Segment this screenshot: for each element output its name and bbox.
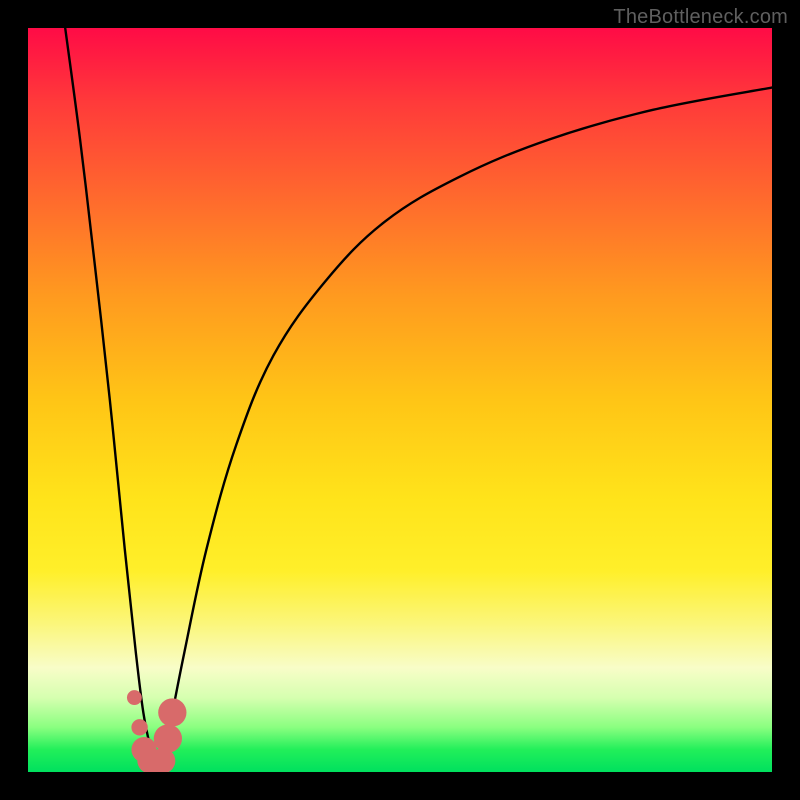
attribution-text: TheBottleneck.com: [613, 6, 788, 29]
series-right-branch: [162, 88, 772, 758]
plot-area: [28, 28, 772, 772]
marker-layer: [127, 690, 187, 772]
data-marker: [158, 698, 186, 726]
series-left-branch: [65, 28, 151, 750]
chart-svg: [28, 28, 772, 772]
chart-frame: TheBottleneck.com: [0, 0, 800, 800]
data-marker: [127, 690, 142, 705]
data-marker: [131, 719, 147, 735]
data-marker: [154, 724, 182, 752]
curve-layer: [65, 28, 772, 757]
